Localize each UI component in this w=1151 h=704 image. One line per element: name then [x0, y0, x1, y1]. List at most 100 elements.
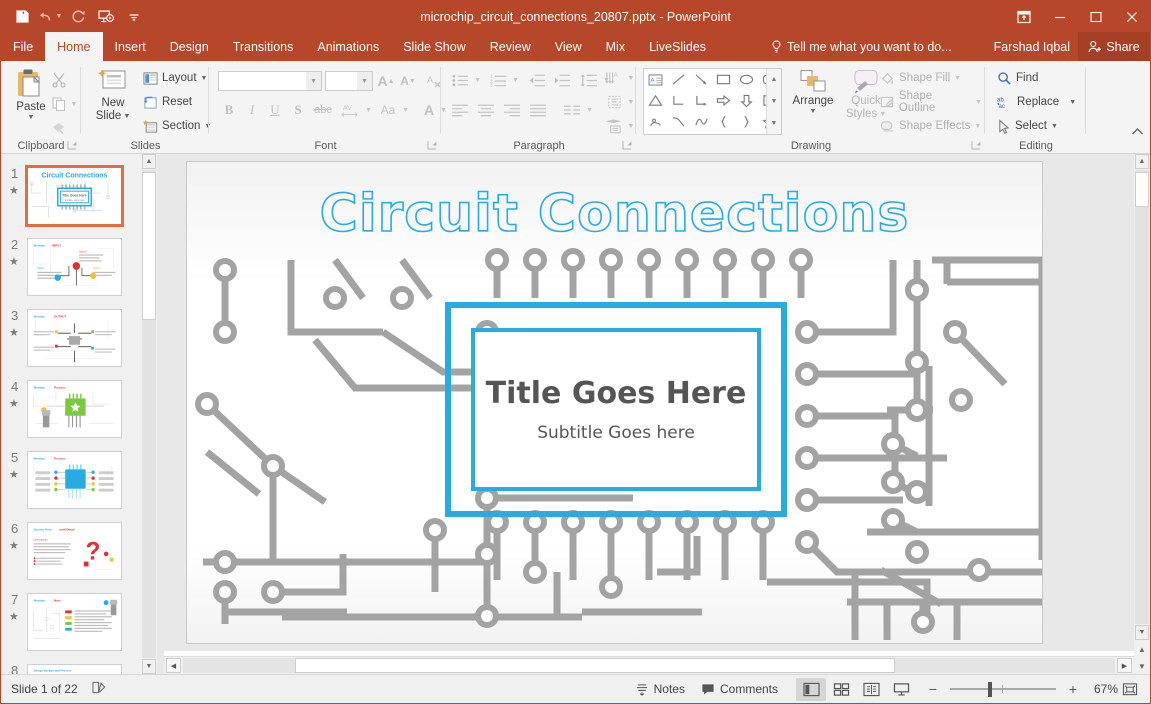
tell-me-search[interactable]: Tell me what you want to do...	[771, 32, 952, 61]
slide-show-view-button[interactable]	[886, 678, 916, 701]
replace-dropdown-icon[interactable]: ▼	[1069, 99, 1076, 106]
align-text-button[interactable]	[602, 91, 626, 113]
paragraph-dialog-launcher[interactable]	[622, 140, 633, 151]
notes-button[interactable]: Notes	[627, 679, 693, 699]
shape-right-brace[interactable]	[735, 111, 758, 132]
horizontal-scroll-thumb[interactable]	[295, 658, 895, 673]
shape-line[interactable]	[667, 69, 690, 90]
shape-elbow-arrow-connector[interactable]	[690, 90, 713, 111]
layout-dropdown-icon[interactable]: ▼	[201, 75, 208, 82]
center-button[interactable]	[474, 99, 498, 121]
font-size-combobox[interactable]: ▼	[325, 71, 373, 91]
reset-button[interactable]: Reset	[140, 92, 195, 112]
slide-title-placeholder[interactable]: Title Goes Here	[486, 376, 747, 411]
paste-dropdown-icon[interactable]: ▼	[28, 114, 35, 121]
shapes-scroll-down-icon[interactable]: ▼	[767, 91, 781, 113]
slide-thumbnail-5[interactable]: 5 ★ Monday Process	[1, 448, 141, 519]
thumbnail-scroll-thumb[interactable]	[142, 172, 156, 320]
vertical-scrollbar[interactable]: ▲ ▼ ▲ ▼	[1134, 154, 1150, 674]
account-name[interactable]: Farshad Iqbal	[988, 32, 1076, 61]
slide-thumbnail-6[interactable]: 6 ★ Section Here with Detail Lorem ipsum…	[1, 519, 141, 590]
justify-button[interactable]	[526, 99, 550, 121]
shapes-scroll-up-icon[interactable]: ▲	[767, 69, 781, 91]
decrease-list-level-button[interactable]	[525, 69, 549, 91]
reading-view-button[interactable]	[856, 678, 886, 701]
decrease-font-size-button[interactable]: A ▼	[397, 71, 419, 91]
horizontal-scrollbar[interactable]: ◀ ▶	[164, 656, 1134, 674]
replace-button[interactable]: ab ac Replace ▼	[994, 92, 1079, 112]
line-spacing-dropdown-icon[interactable]: ▼	[601, 69, 612, 91]
scroll-up-button[interactable]: ▲	[1135, 154, 1149, 169]
tab-animations[interactable]: Animations	[305, 32, 391, 61]
slide-thumbnail-4[interactable]: 4 ★ Monday Process	[1, 377, 141, 448]
zoom-slider[interactable]	[950, 680, 1056, 698]
close-button[interactable]	[1114, 1, 1150, 32]
fit-slide-to-window-icon[interactable]	[1118, 678, 1142, 700]
next-slide-button[interactable]: ▼	[1135, 659, 1149, 674]
slide-thumbnail-1[interactable]: 1 ★ Circuit Connections Title Goes Here …	[1, 164, 141, 235]
columns-dropdown-icon[interactable]: ▼	[584, 99, 595, 121]
bullets-dropdown-icon[interactable]: ▼	[472, 69, 483, 91]
shape-scribble[interactable]	[644, 111, 667, 132]
slide-thumbnail-pane[interactable]: 1 ★ Circuit Connections Title Goes Here …	[1, 154, 141, 674]
notes-page-icon[interactable]	[92, 680, 108, 698]
vertical-scroll-thumb[interactable]	[1135, 172, 1149, 207]
shape-line-arrow[interactable]	[690, 69, 713, 90]
new-slide-dropdown-icon[interactable]: ▼	[123, 113, 130, 120]
tab-transitions[interactable]: Transitions	[221, 32, 306, 61]
scroll-right-button[interactable]: ▶	[1117, 658, 1132, 673]
tab-home[interactable]: Home	[45, 32, 103, 61]
font-color-button[interactable]: A	[419, 99, 439, 121]
comments-button[interactable]: Comments	[693, 679, 786, 699]
undo-icon[interactable]: ▼	[37, 4, 63, 30]
share-button[interactable]: Share	[1078, 32, 1150, 61]
drawing-dialog-launcher[interactable]	[971, 140, 982, 151]
tab-mix[interactable]: Mix	[594, 32, 637, 61]
vertical-scroll-track[interactable]	[1135, 170, 1149, 624]
font-dialog-launcher[interactable]	[427, 140, 438, 151]
pane-splitter[interactable]	[157, 154, 164, 674]
zoom-in-button[interactable]: +	[1064, 681, 1082, 697]
shape-triangle[interactable]	[644, 90, 667, 111]
shape-rectangle[interactable]	[712, 69, 735, 90]
start-presentation-icon[interactable]	[93, 4, 119, 30]
columns-button[interactable]	[560, 99, 584, 121]
font-name-combobox[interactable]: ▼	[218, 71, 322, 91]
tab-file[interactable]: File	[1, 32, 45, 61]
thumbnail-scroll-down-button[interactable]: ▼	[142, 659, 156, 674]
tab-liveslides[interactable]: LiveSlides	[637, 32, 718, 61]
text-shadow-button[interactable]: S	[287, 99, 309, 121]
clipboard-dialog-launcher[interactable]	[67, 140, 78, 151]
tab-insert[interactable]: Insert	[103, 32, 158, 61]
zoom-level-label[interactable]: 67%	[1082, 682, 1118, 696]
scroll-down-button[interactable]: ▼	[1135, 625, 1149, 640]
minimize-button[interactable]	[1042, 1, 1078, 32]
shape-oval[interactable]	[735, 69, 758, 90]
scroll-left-button[interactable]: ◀	[166, 658, 181, 673]
strikethrough-button[interactable]: abc	[310, 99, 336, 121]
ribbon-display-options-icon[interactable]	[1006, 1, 1042, 32]
zoom-slider-handle[interactable]	[988, 681, 992, 697]
current-slide[interactable]: Circuit Connections Title Goes Here Subt…	[187, 162, 1042, 643]
normal-view-button[interactable]	[796, 677, 826, 701]
increase-font-size-button[interactable]: A ▲	[375, 71, 397, 91]
layout-button[interactable]: Layout ▼	[140, 68, 210, 88]
bullets-button[interactable]	[448, 69, 472, 91]
character-spacing-dropdown-icon[interactable]: ▼	[363, 99, 374, 121]
chip-body[interactable]: Title Goes Here Subtitle Goes here	[471, 328, 761, 491]
thumbnail-scrollbar[interactable]: ▲ ▼	[141, 154, 157, 674]
shape-elbow-connector[interactable]	[667, 90, 690, 111]
change-case-button[interactable]: Aa	[376, 99, 400, 121]
convert-to-smartart-button[interactable]	[602, 115, 626, 137]
find-button[interactable]: Find	[994, 68, 1041, 88]
numbering-button[interactable]: 123	[486, 69, 510, 91]
slide-canvas-area[interactable]: Circuit Connections Title Goes Here Subt…	[164, 154, 1134, 651]
shape-effects-dropdown-icon[interactable]: ▼	[974, 123, 981, 130]
character-spacing-button[interactable]: AV	[337, 99, 363, 121]
tab-review[interactable]: Review	[478, 32, 543, 61]
numbering-dropdown-icon[interactable]: ▼	[510, 69, 521, 91]
shape-outline-dropdown-icon[interactable]: ▼	[975, 99, 982, 106]
line-spacing-button[interactable]	[577, 69, 601, 91]
maximize-button[interactable]	[1078, 1, 1114, 32]
shape-text-box[interactable]: A	[644, 69, 667, 90]
